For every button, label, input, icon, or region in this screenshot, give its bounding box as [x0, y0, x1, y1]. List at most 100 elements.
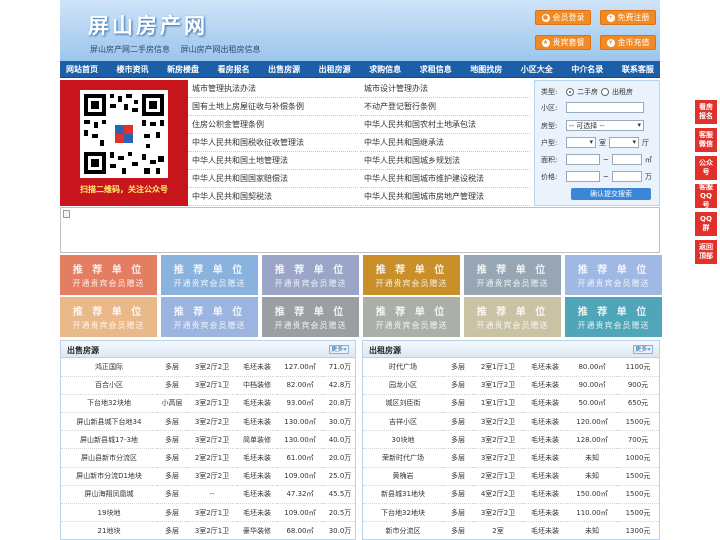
- table-row[interactable]: 屏山新县城17-3地 多层 3室2厅2卫 简单装修 130.00㎡ 40.0万: [61, 430, 355, 450]
- banner-ad[interactable]: [60, 207, 660, 253]
- room-select[interactable]: ▾: [566, 137, 596, 148]
- law-link[interactable]: 中华人民共和国农村土地承包法: [360, 116, 530, 134]
- nav-want-to-rent[interactable]: 求租信息: [420, 61, 452, 77]
- law-link[interactable]: 国有土地上房屋征收与补偿条例: [188, 98, 358, 116]
- law-link[interactable]: 中华人民共和国国家赔偿法: [188, 170, 358, 188]
- search-submit-button[interactable]: 确认提交搜索: [571, 188, 651, 200]
- register-button[interactable]: + 免费注册: [600, 10, 656, 25]
- sale-more-button[interactable]: 更多»: [329, 345, 349, 354]
- listing-community[interactable]: 屏山新县城下台地34: [61, 412, 157, 432]
- listing-community[interactable]: 百合小区: [61, 376, 157, 395]
- nav-agencies[interactable]: 中介名录: [571, 61, 603, 77]
- listing-community[interactable]: 时代广场: [363, 358, 443, 377]
- float-viewing-signup[interactable]: 看房报名: [695, 100, 717, 124]
- law-link[interactable]: 不动产登记暂行条例: [360, 98, 530, 116]
- community-input[interactable]: [566, 102, 644, 113]
- table-row[interactable]: 荣新时代广场 多层 3室2厅2卫 毛坯未装 未知 1000元: [363, 448, 659, 468]
- price-min-input[interactable]: [566, 171, 600, 182]
- table-row[interactable]: 时代广场 多层 2室1厅1卫 毛坯未装 80.00㎡ 1100元: [363, 358, 659, 377]
- vip-package-button[interactable]: ★ 贵宾套餐: [535, 35, 591, 50]
- nav-news[interactable]: 楼市资讯: [117, 61, 149, 77]
- law-link[interactable]: 中华人民共和国税收征收管理法: [188, 134, 358, 152]
- listing-community[interactable]: 园龙小区: [363, 376, 443, 395]
- law-link[interactable]: 住房公积金管理条例: [188, 116, 358, 134]
- table-row[interactable]: 下台地32地块 多层 3室2厅2卫 毛坯未装 110.00㎡ 1500元: [363, 503, 659, 523]
- recommend-slot[interactable]: 推 荐 单 位开通贵宾会员赠送: [262, 255, 359, 295]
- nav-customer-service[interactable]: 联系客服: [622, 61, 654, 77]
- nav-viewing-signup[interactable]: 看房报名: [218, 61, 250, 77]
- listing-community[interactable]: 下台地32地块: [363, 503, 443, 523]
- area-min-input[interactable]: [566, 154, 600, 165]
- nav-new-homes[interactable]: 新房楼盘: [167, 61, 199, 77]
- recommend-slot[interactable]: 推 荐 单 位开通贵宾会员赠送: [161, 255, 258, 295]
- table-row[interactable]: 吉祥小区 多层 3室2厅2卫 毛坯未装 120.00㎡ 1500元: [363, 412, 659, 432]
- table-row[interactable]: 19块地 多层 3室2厅1卫 毛坯未装 109.00㎡ 20.5万: [61, 503, 355, 523]
- recommend-slot[interactable]: 推 荐 单 位开通贵宾会员赠送: [363, 297, 460, 337]
- nav-communities[interactable]: 小区大全: [521, 61, 553, 77]
- listing-community[interactable]: 新县城31地块: [363, 485, 443, 505]
- recommend-slot[interactable]: 推 荐 单 位开通贵宾会员赠送: [60, 297, 157, 337]
- float-wechat-service[interactable]: 客服微信: [695, 128, 717, 152]
- listing-community[interactable]: 21地块: [61, 521, 157, 539]
- site-logo-title[interactable]: 屏山房产网: [88, 10, 208, 40]
- nav-want-to-buy[interactable]: 求购信息: [369, 61, 401, 77]
- listing-community[interactable]: 屏山新县城17-3地: [61, 430, 157, 450]
- law-link[interactable]: 中华人民共和国契税法: [188, 188, 358, 206]
- table-row[interactable]: 黄桷岩 多层 2室2厅1卫 毛坯未装 未知 1500元: [363, 467, 659, 486]
- law-link[interactable]: 城市设计管理办法: [360, 80, 530, 98]
- recommend-slot[interactable]: 推 荐 单 位开通贵宾会员赠送: [565, 297, 662, 337]
- radio-secondhand[interactable]: [566, 88, 574, 96]
- rent-more-button[interactable]: 更多»: [633, 345, 653, 354]
- listing-community[interactable]: 鸿正国际: [61, 358, 157, 377]
- table-row[interactable]: 百合小区 多层 3室2厅1卫 中档装修 82.00㎡ 42.8万: [61, 376, 355, 395]
- float-official-account[interactable]: 公众号: [695, 156, 717, 180]
- recommend-slot[interactable]: 推 荐 单 位开通贵宾会员赠送: [464, 255, 561, 295]
- float-qq-group[interactable]: QQ群: [695, 212, 717, 236]
- price-max-input[interactable]: [611, 171, 642, 182]
- nav-for-sale[interactable]: 出售房源: [268, 61, 300, 77]
- listing-community[interactable]: 19块地: [61, 503, 157, 523]
- listing-community[interactable]: 吉祥小区: [363, 412, 443, 432]
- law-link[interactable]: 中华人民共和国城乡规划法: [360, 152, 530, 170]
- housetype-select[interactable]: -- 可选择 -- ▾: [566, 120, 644, 131]
- table-row[interactable]: 屏山海翔凤凰城 多层 -- 毛坯未装 47.32㎡ 45.5万: [61, 485, 355, 505]
- law-link[interactable]: 中华人民共和国继承法: [360, 134, 530, 152]
- recommend-slot[interactable]: 推 荐 单 位开通贵宾会员赠送: [464, 297, 561, 337]
- recommend-slot[interactable]: 推 荐 单 位开通贵宾会员赠送: [161, 297, 258, 337]
- law-link[interactable]: 中华人民共和国城市房地产管理法: [360, 188, 530, 206]
- listing-community[interactable]: 新市分流区: [363, 521, 443, 539]
- subtitle-rental[interactable]: 屏山房产网出租房信息: [181, 45, 261, 54]
- listing-community[interactable]: 30块地: [363, 430, 443, 450]
- login-button[interactable]: ● 会员登录: [535, 10, 591, 25]
- hall-select[interactable]: ▾: [609, 137, 639, 148]
- table-row[interactable]: 下台地32块地 小高层 3室2厅1卫 毛坯未装 93.00㎡ 20.8万: [61, 394, 355, 414]
- coin-recharge-button[interactable]: ¥ 金币充值: [600, 35, 656, 50]
- recommend-slot[interactable]: 推 荐 单 位开通贵宾会员赠送: [60, 255, 157, 295]
- float-qq-service[interactable]: 客服QQ号: [695, 183, 717, 209]
- listing-community[interactable]: 黄桷岩: [363, 467, 443, 486]
- nav-for-rent[interactable]: 出租房源: [319, 61, 351, 77]
- nav-home[interactable]: 网站首页: [66, 61, 98, 77]
- law-link[interactable]: 中华人民共和国土地管理法: [188, 152, 358, 170]
- table-row[interactable]: 21地块 多层 3室2厅1卫 豪华装修 68.00㎡ 30.0万: [61, 521, 355, 539]
- listing-community[interactable]: 下台地32块地: [61, 394, 157, 414]
- table-row[interactable]: 新县城31地块 多层 4室2厅2卫 毛坯未装 150.00㎡ 1500元: [363, 485, 659, 505]
- table-row[interactable]: 园龙小区 多层 3室1厅2卫 毛坯未装 90.00㎡ 900元: [363, 376, 659, 395]
- float-back-to-top[interactable]: 返回顶部: [695, 240, 717, 264]
- table-row[interactable]: 城区刘臣街 多层 1室1厅1卫 毛坯未装 50.00㎡ 650元: [363, 394, 659, 414]
- recommend-slot[interactable]: 推 荐 单 位开通贵宾会员赠送: [262, 297, 359, 337]
- table-row[interactable]: 鸿正国际 多层 3室2厅2卫 毛坯未装 127.00㎡ 71.0万: [61, 358, 355, 377]
- table-row[interactable]: 新市分流区 多层 2室 毛坯未装 未知 1300元: [363, 521, 659, 539]
- law-link[interactable]: 城市管理执法办法: [188, 80, 358, 98]
- table-row[interactable]: 屏山县新市分流区 多层 2室2厅1卫 毛坯未装 61.00㎡ 20.0万: [61, 448, 355, 468]
- listing-community[interactable]: 城区刘臣街: [363, 394, 443, 414]
- subtitle-secondhand[interactable]: 屏山房产网二手房信息: [90, 45, 170, 54]
- listing-community[interactable]: 屏山海翔凤凰城: [61, 485, 157, 505]
- table-row[interactable]: 屏山新县城下台地34 多层 3室2厅2卫 毛坯未装 130.00㎡ 30.0万: [61, 412, 355, 432]
- table-row[interactable]: 屏山新市分流D1地块 多层 3室2厅2卫 毛坯未装 109.00㎡ 25.0万: [61, 467, 355, 486]
- radio-rental[interactable]: [601, 88, 609, 96]
- recommend-slot[interactable]: 推 荐 单 位开通贵宾会员赠送: [363, 255, 460, 295]
- law-link[interactable]: 中华人民共和国城市维护建设税法: [360, 170, 530, 188]
- listing-community[interactable]: 屏山县新市分流区: [61, 448, 157, 468]
- listing-community[interactable]: 荣新时代广场: [363, 448, 443, 468]
